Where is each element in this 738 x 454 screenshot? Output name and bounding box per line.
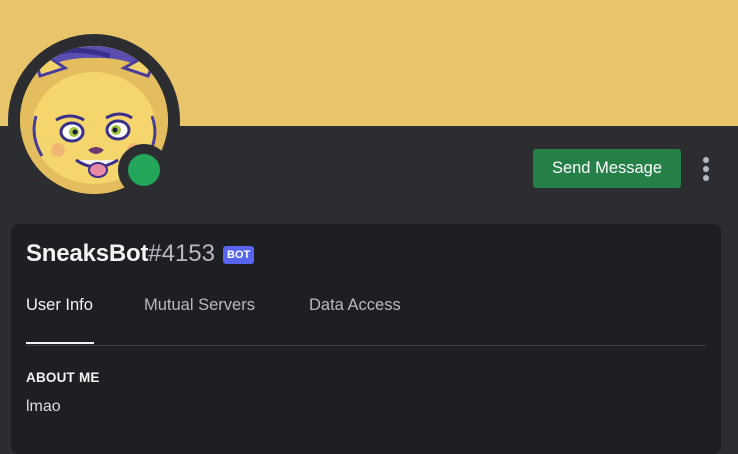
more-dot bbox=[703, 175, 709, 181]
profile-card: SneaksBot #4153 BOT User Info Mutual Ser… bbox=[11, 224, 721, 454]
tab-user-info[interactable]: User Info bbox=[26, 296, 93, 315]
online-status-icon bbox=[128, 154, 160, 186]
bot-badge: BOT bbox=[223, 246, 255, 264]
send-message-button[interactable]: Send Message bbox=[533, 149, 681, 188]
more-dot bbox=[703, 166, 709, 172]
tab-mutual-servers[interactable]: Mutual Servers bbox=[144, 296, 255, 315]
tab-data-access[interactable]: Data Access bbox=[309, 296, 401, 315]
about-me-heading: ABOUT ME bbox=[26, 370, 100, 385]
discriminator: #4153 bbox=[148, 240, 215, 267]
status-indicator bbox=[118, 144, 170, 196]
name-row: SneaksBot #4153 BOT bbox=[26, 238, 255, 270]
profile-tabs: User Info Mutual Servers Data Access bbox=[26, 288, 706, 346]
user-profile-modal: Send Message SneaksBot #4153 BOT User In… bbox=[0, 0, 738, 454]
avatar-container bbox=[8, 34, 180, 206]
more-options-icon[interactable] bbox=[695, 153, 717, 185]
active-tab-indicator bbox=[26, 342, 94, 344]
more-dot bbox=[703, 157, 709, 163]
username: SneaksBot bbox=[26, 240, 149, 267]
about-me-text: lmao bbox=[26, 398, 61, 415]
